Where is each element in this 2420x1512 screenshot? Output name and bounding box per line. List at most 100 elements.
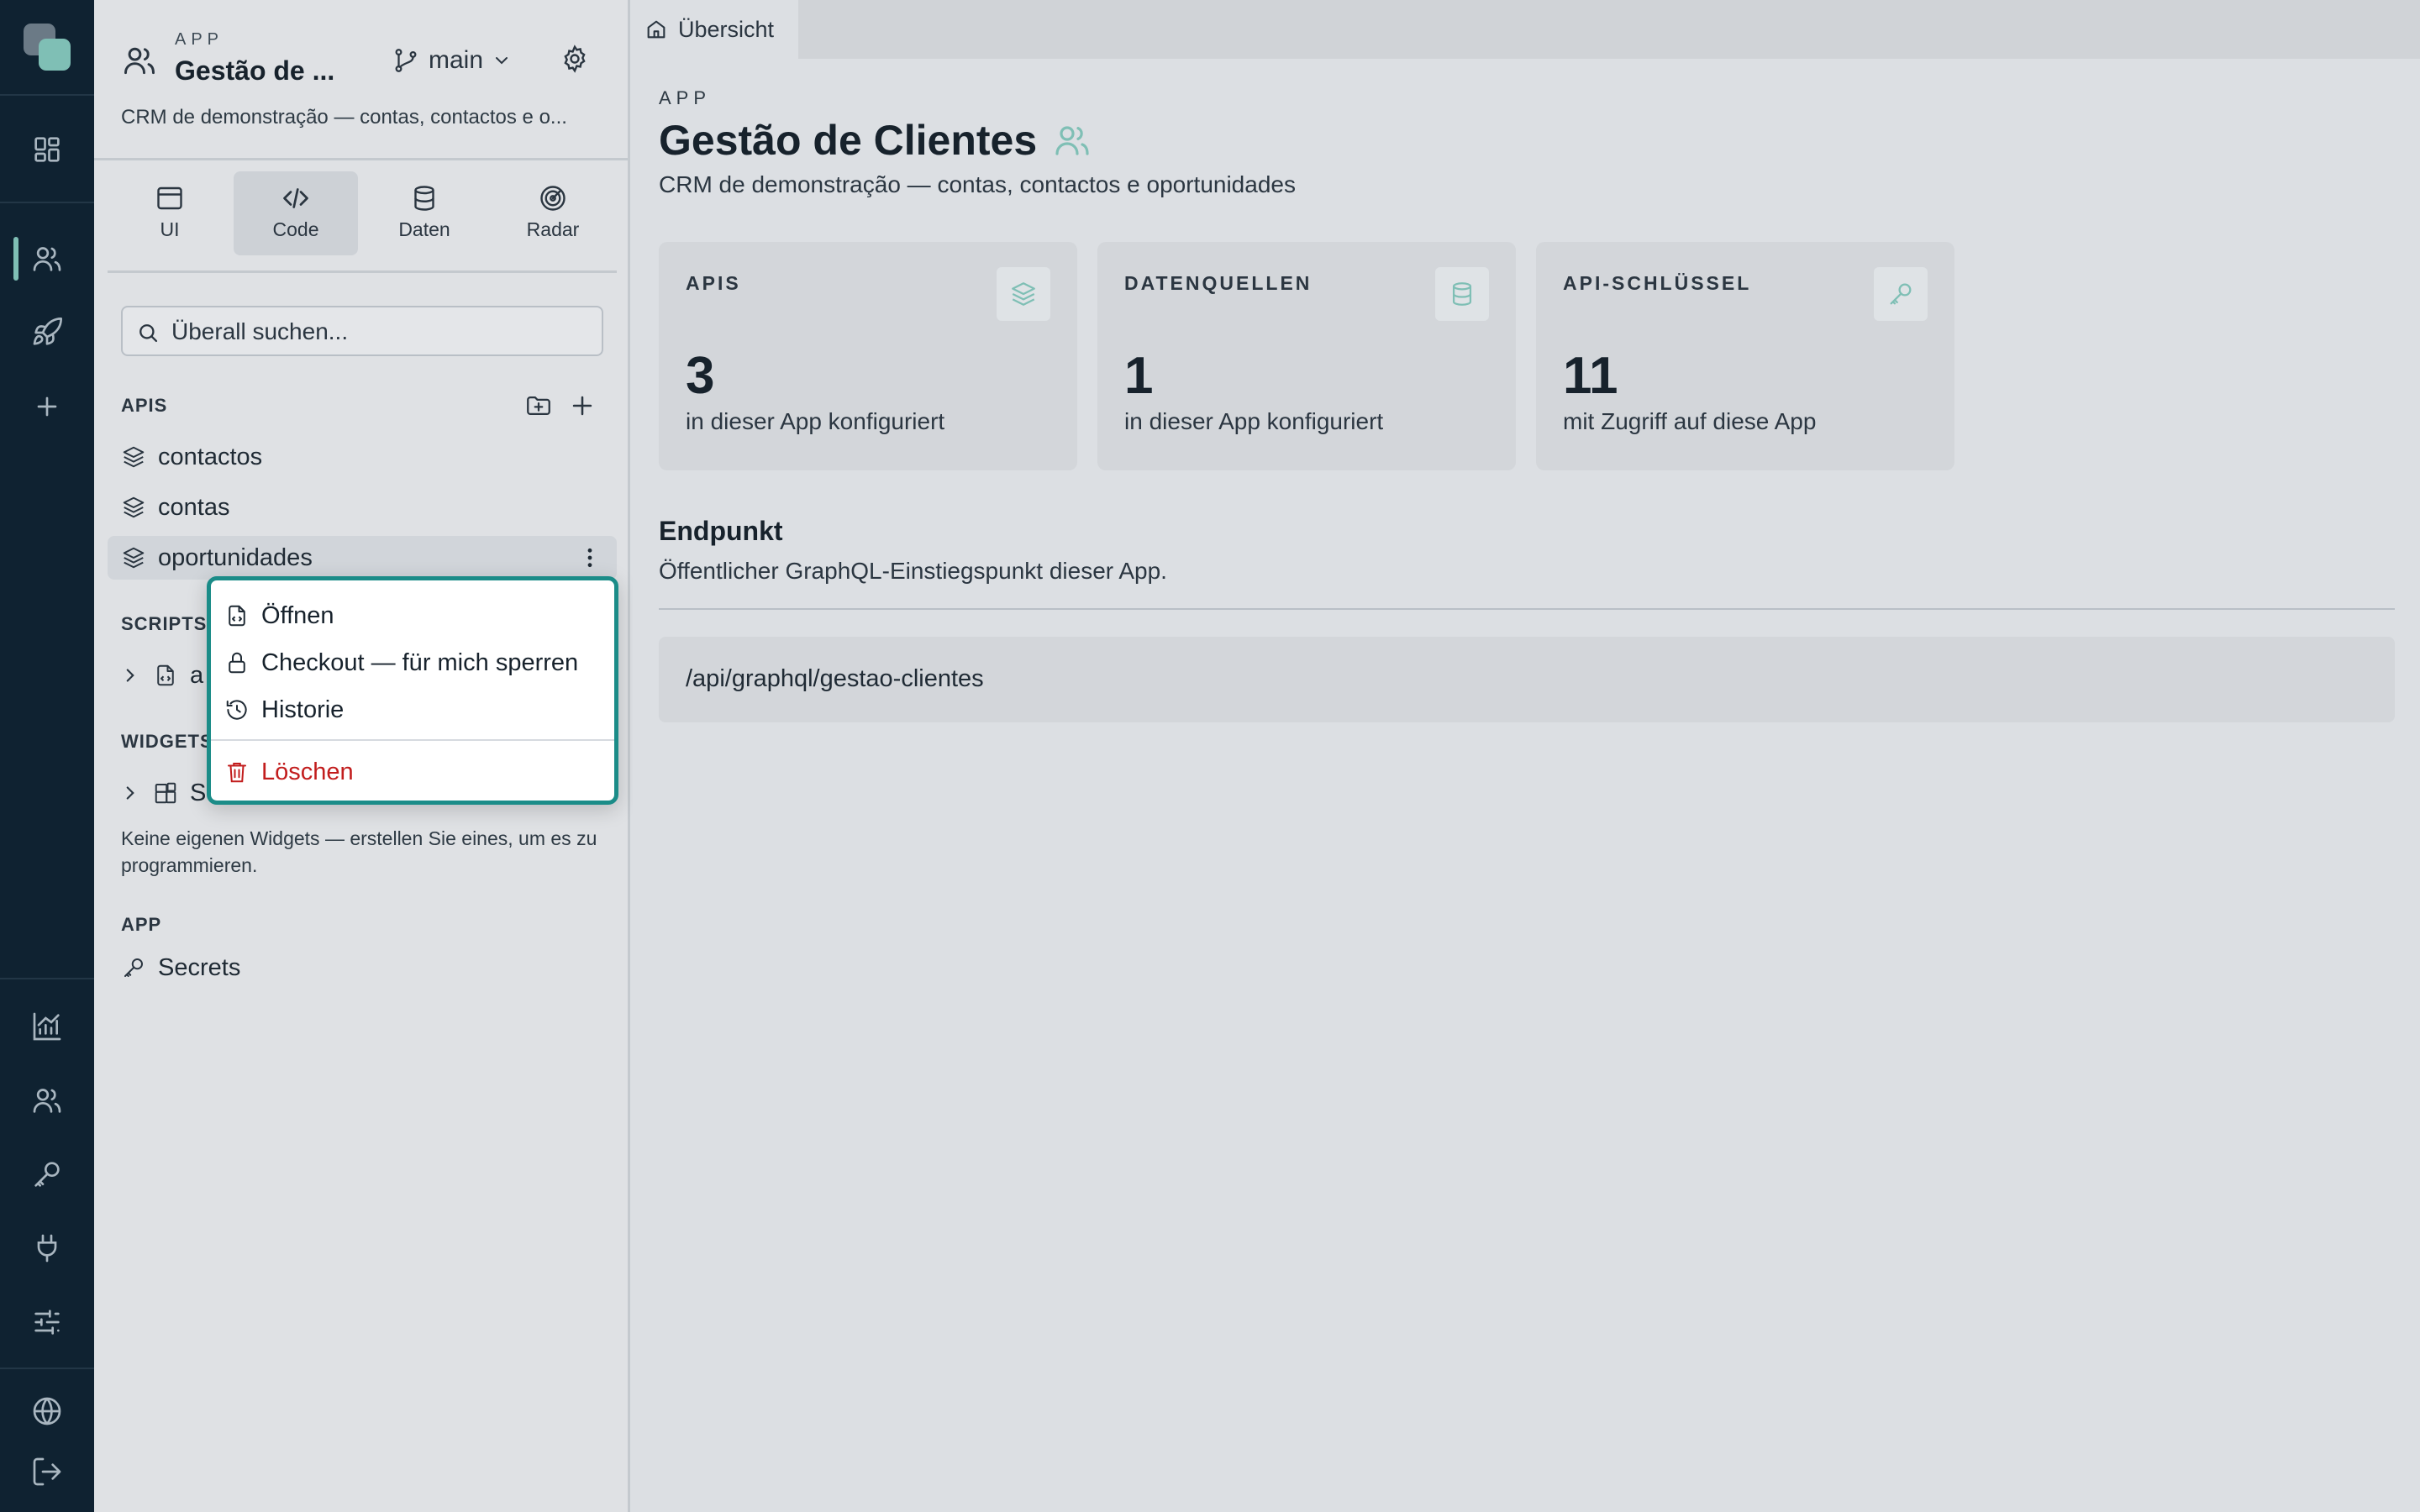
active-indicator [13, 237, 18, 281]
menu-item-open[interactable]: Öffnen [224, 596, 334, 636]
stat-value: 1 [1124, 347, 1154, 405]
section-heading-widgets: WIDGETS [121, 731, 213, 752]
team-icon[interactable] [30, 1084, 64, 1117]
api-item-oportunidades[interactable]: oportunidades [108, 536, 617, 580]
section-heading-app: APP [121, 914, 162, 935]
stat-label: DATENQUELLEN [1124, 272, 1313, 294]
api-item-contactos[interactable]: contactos [108, 435, 617, 479]
widgets-hint: Keine eigenen Widgets — erstellen Sie ei… [121, 827, 597, 876]
stat-value: 3 [686, 347, 715, 405]
section-heading-scripts: SCRIPTS [121, 613, 208, 634]
layers-icon [121, 545, 146, 570]
stat-card-datenquellen: DATENQUELLEN 1 in dieser App konfigurier… [1097, 242, 1516, 470]
stat-label: API-SCHLÜSSEL [1563, 272, 1752, 294]
browser-window-icon [157, 186, 182, 210]
rail-divider [0, 202, 94, 203]
api-item-label: oportunidades [158, 543, 313, 571]
widget-group-label: S [190, 779, 207, 806]
rail-divider [0, 1368, 94, 1369]
stat-caption: in dieser App konfiguriert [686, 408, 945, 434]
plus-icon[interactable] [568, 391, 597, 420]
secrets-label: Secrets [158, 953, 241, 981]
section-heading-apis: APIS [121, 395, 168, 416]
chevron-down-icon [496, 57, 508, 65]
database-icon [1435, 267, 1489, 321]
main-content: Übersicht APP Gestão de Clientes CRM de … [633, 0, 2420, 1512]
search-icon [139, 324, 158, 343]
app-title: Gestão de ... [175, 55, 335, 86]
logo[interactable] [24, 24, 71, 71]
layers-icon [121, 495, 146, 520]
endpoint-heading: Endpunkt [659, 516, 783, 546]
mode-daten[interactable]: Daten [362, 171, 487, 255]
plus-icon[interactable] [30, 390, 64, 423]
trash-icon [228, 763, 246, 783]
layers-icon [997, 267, 1050, 321]
stat-caption: in dieser App konfiguriert [1124, 408, 1384, 434]
lock-icon [229, 652, 245, 674]
script-group-label: a [190, 661, 204, 689]
endpoint-path[interactable]: /api/graphql/gestao-clientes [686, 665, 984, 693]
tab-overview[interactable]: Übersicht [633, 0, 798, 59]
sliders-icon[interactable] [30, 1305, 64, 1339]
branch-name: main [429, 46, 484, 74]
more-vertical-icon[interactable] [576, 544, 603, 571]
api-item-label: contactos [158, 443, 263, 470]
globe-icon[interactable] [30, 1394, 64, 1428]
rocket-icon[interactable] [30, 316, 64, 349]
app-description: CRM de demonstração — contas, contactos … [121, 106, 567, 129]
divider [94, 158, 630, 160]
global-search [121, 306, 603, 356]
users-icon[interactable] [30, 242, 64, 276]
api-item-label: contas [158, 493, 230, 521]
radar-icon [540, 186, 566, 211]
key-icon [121, 955, 146, 980]
page-eyebrow: APP [659, 87, 712, 108]
key-icon [1874, 267, 1928, 321]
history-icon [226, 700, 247, 720]
menu-item-delete[interactable]: Löschen [224, 752, 354, 792]
file-code-icon [153, 663, 178, 688]
file-code-icon [229, 605, 245, 627]
new-folder-icon[interactable] [524, 391, 553, 420]
key-icon[interactable] [30, 1158, 64, 1191]
home-icon [647, 20, 666, 39]
stat-card-apis: APIS 3 in dieser App konfiguriert [659, 242, 1077, 470]
menu-item-history[interactable]: Historie [224, 690, 344, 730]
branch-selector[interactable]: main [392, 44, 512, 77]
logout-icon[interactable] [30, 1455, 64, 1488]
users-icon [121, 42, 158, 79]
secrets-item[interactable]: Secrets [108, 946, 617, 990]
endpoint-box[interactable]: /api/graphql/gestao-clientes [659, 637, 2395, 722]
stat-caption: mit Zugriff auf diese App [1563, 408, 1817, 434]
page-title-row: Gestão de Clientes [659, 116, 1092, 165]
endpoint-description: Öffentlicher GraphQL-Einstiegspunkt dies… [659, 558, 1167, 584]
divider [108, 270, 617, 273]
api-item-contas[interactable]: contas [108, 486, 617, 529]
chevron-right-icon [119, 782, 141, 804]
menu-divider [211, 739, 614, 741]
dashboard-icon[interactable] [30, 133, 64, 166]
plug-icon[interactable] [30, 1231, 64, 1265]
analytics-icon[interactable] [30, 1010, 64, 1043]
menu-item-checkout[interactable]: Checkout — für mich sperren [224, 643, 578, 683]
mode-code[interactable]: Code [234, 171, 358, 255]
stat-card-api-keys: API-SCHLÜSSEL 11 mit Zugriff auf diese A… [1536, 242, 1954, 470]
page-subtitle: CRM de demonstração — contas, contactos … [659, 171, 1296, 197]
rail-divider [0, 978, 94, 979]
mode-radar[interactable]: Radar [491, 171, 615, 255]
mode-ui[interactable]: UI [108, 171, 232, 255]
mode-switcher: UI Code Daten Radar [108, 171, 602, 255]
context-menu: Öffnen Checkout — für mich sperren Histo… [207, 576, 618, 805]
divider [659, 608, 2395, 610]
app-eyebrow: APP [175, 30, 224, 49]
search-input[interactable] [171, 316, 592, 348]
page-title: Gestão de Clientes [659, 117, 1038, 164]
layers-icon [121, 444, 146, 470]
widgets-icon [153, 780, 178, 806]
database-icon [414, 186, 434, 211]
gear-icon[interactable] [560, 44, 590, 74]
code-icon [283, 188, 308, 208]
stat-label: APIS [686, 272, 741, 294]
tab-label: Übersicht [678, 16, 775, 42]
